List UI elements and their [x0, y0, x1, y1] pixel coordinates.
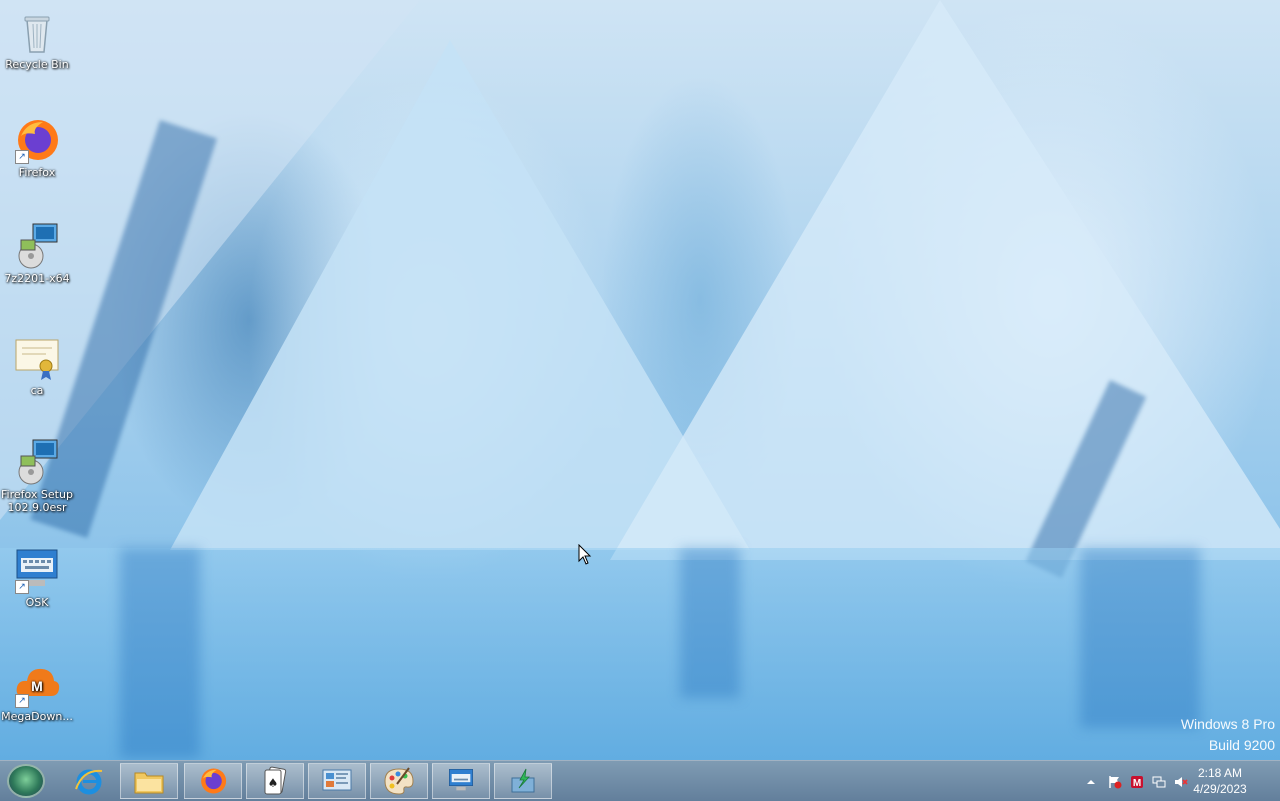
certificate-icon — [13, 334, 61, 382]
start-button[interactable] — [7, 764, 45, 798]
recycle-bin-icon — [13, 8, 61, 56]
install-arrow-icon — [511, 768, 535, 793]
shortcut-arrow-icon: ↗ — [15, 150, 29, 164]
watermark-edition: Windows 8 Pro — [1180, 716, 1275, 732]
megadownloader-icon: M ↗ — [13, 660, 61, 708]
action-center-flag-icon[interactable] — [1108, 774, 1122, 789]
paint-palette-icon — [384, 767, 414, 795]
show-hidden-icons-button[interactable] — [1084, 774, 1098, 788]
taskbar-button-control-panel[interactable] — [308, 763, 366, 799]
clock-time: 2:18 AM — [1197, 766, 1243, 780]
wallpaper-reflection — [1080, 548, 1200, 728]
desktop-icon-label: Recycle Bin — [5, 58, 69, 71]
shortcut-arrow-icon: ↗ — [15, 694, 29, 708]
desktop-icon-recycle-bin[interactable]: Recycle Bin — [0, 8, 74, 71]
desktop-icon-label: 7z2201-x64 — [4, 272, 70, 285]
shortcut-arrow-icon: ↗ — [15, 580, 29, 594]
antivirus-icon[interactable]: M — [1130, 774, 1144, 789]
installer-icon — [13, 222, 61, 270]
keyboard-icon: ↗ — [13, 546, 61, 594]
desktop-icon-firefox[interactable]: ↗ Firefox — [0, 116, 74, 179]
taskbar-clock[interactable]: 2:18 AM 4/29/2023 — [1190, 765, 1250, 797]
desktop-icon-label: Firefox Setup 102.9.0esr — [1, 488, 73, 514]
svg-text:M: M — [31, 678, 43, 694]
cards-icon: ♠ — [264, 766, 287, 795]
folder-icon — [134, 772, 164, 794]
wallpaper-water — [0, 548, 1280, 760]
taskbar-button-firefox[interactable] — [184, 763, 242, 799]
taskbar-button-installer[interactable] — [494, 763, 552, 799]
taskbar-button-paint[interactable] — [370, 763, 428, 799]
desktop-icon-label: MegaDown... — [1, 710, 73, 723]
taskbar-button-solitaire[interactable]: ♠ — [246, 763, 304, 799]
desktop-icon-label: OSK — [25, 596, 49, 609]
desktop-icon-label: ca — [30, 384, 44, 397]
network-icon[interactable] — [1152, 774, 1166, 788]
wallpaper-reflection — [680, 548, 740, 698]
desktop-icon-megadownloader[interactable]: M ↗ MegaDown... — [0, 660, 74, 723]
firefox-icon — [201, 768, 227, 794]
volume-muted-icon[interactable] — [1174, 774, 1188, 788]
windows-version-watermark: Windows 8 Pro Build 9200 — [1181, 714, 1275, 756]
desktop-icon-label: Firefox — [18, 166, 56, 179]
desktop-wallpaper[interactable]: Recycle Bin ↗ Firefox 7z2201-x64 ca Fire… — [0, 0, 1280, 760]
keyboard-icon — [449, 769, 473, 791]
taskbar: ♠ M 2:18 AM 4/29/2023 — [0, 760, 1280, 801]
taskbar-button-osk[interactable] — [432, 763, 490, 799]
firefox-icon: ↗ — [13, 116, 61, 164]
watermark-build: Build 9200 — [1208, 737, 1275, 753]
control-panel-icon — [322, 769, 352, 791]
desktop-icon-firefox-setup[interactable]: Firefox Setup 102.9.0esr — [0, 438, 74, 514]
svg-text:♠: ♠ — [268, 776, 279, 790]
desktop-icon-7zip-installer[interactable]: 7z2201-x64 — [0, 222, 74, 285]
chevron-up-icon — [1087, 780, 1095, 784]
wallpaper-ice-right — [610, 0, 1280, 560]
clock-date: 4/29/2023 — [1193, 782, 1247, 796]
taskbar-button-internet-explorer[interactable] — [60, 763, 118, 799]
taskbar-button-file-explorer[interactable] — [120, 763, 178, 799]
desktop-icon-osk[interactable]: ↗ OSK — [0, 546, 74, 609]
svg-text:M: M — [1133, 778, 1141, 789]
wallpaper-reflection — [120, 548, 200, 758]
installer-icon — [13, 438, 61, 486]
desktop-icon-ca[interactable]: ca — [0, 334, 74, 397]
system-tray: M 2:18 AM 4/29/2023 — [1070, 761, 1280, 801]
internet-explorer-icon — [75, 769, 103, 795]
